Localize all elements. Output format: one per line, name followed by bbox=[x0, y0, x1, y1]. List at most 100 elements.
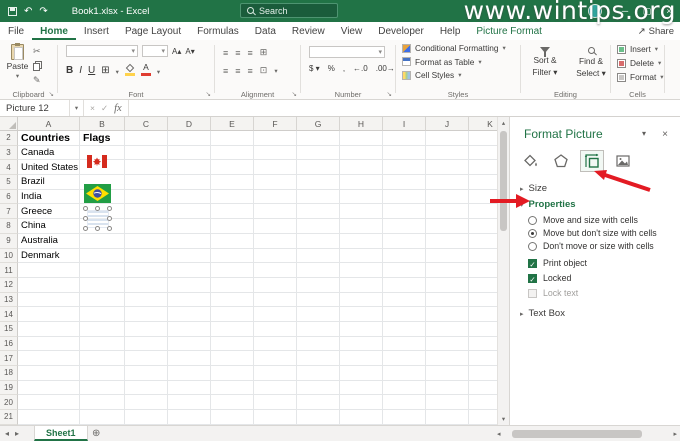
cell-E13[interactable] bbox=[211, 293, 254, 308]
brazil-flag-image[interactable] bbox=[84, 184, 111, 203]
cell-H5[interactable] bbox=[340, 175, 383, 190]
cell-J4[interactable] bbox=[426, 160, 469, 175]
paste-button[interactable]: Paste ▾ bbox=[4, 44, 31, 92]
canada-flag-image[interactable] bbox=[87, 155, 107, 168]
new-sheet-icon[interactable]: ⊕ bbox=[92, 426, 100, 441]
cell-K7[interactable] bbox=[469, 204, 497, 219]
cell-J2[interactable] bbox=[426, 131, 469, 146]
cell-E2[interactable] bbox=[211, 131, 254, 146]
row-header-4[interactable]: 4 bbox=[0, 160, 18, 175]
cell-K15[interactable] bbox=[469, 322, 497, 337]
cell-C8[interactable] bbox=[125, 219, 168, 234]
properties-section-header[interactable]: ▾ Properties bbox=[520, 199, 576, 210]
scroll-up-icon[interactable]: ▴ bbox=[498, 117, 509, 129]
cell-K16[interactable] bbox=[469, 337, 497, 352]
find-select-button[interactable]: Find &Select ▾ bbox=[571, 44, 611, 79]
align-bottom-icon[interactable]: ≡ bbox=[248, 48, 253, 58]
radio-move-and-size-with-cells[interactable]: Move and size with cells bbox=[528, 215, 638, 225]
cell-B11[interactable] bbox=[80, 263, 125, 278]
align-right-icon[interactable]: ≡ bbox=[248, 66, 253, 76]
cell-E8[interactable] bbox=[211, 219, 254, 234]
row-header-3[interactable]: 3 bbox=[0, 146, 18, 161]
cell-I4[interactable] bbox=[383, 160, 426, 175]
cell-D13[interactable] bbox=[168, 293, 211, 308]
cell-I3[interactable] bbox=[383, 146, 426, 161]
cell-D14[interactable] bbox=[168, 307, 211, 322]
cell-D8[interactable] bbox=[168, 219, 211, 234]
cell-B16[interactable] bbox=[80, 337, 125, 352]
cell-E21[interactable] bbox=[211, 410, 254, 425]
cell-F18[interactable] bbox=[254, 366, 297, 381]
cell-A20[interactable] bbox=[18, 395, 80, 410]
cell-G10[interactable] bbox=[297, 249, 340, 264]
column-header-K[interactable]: K bbox=[469, 117, 497, 131]
cell-A2[interactable]: Countries bbox=[18, 131, 80, 146]
cell-D16[interactable] bbox=[168, 337, 211, 352]
cell-J6[interactable] bbox=[426, 190, 469, 205]
cell-C5[interactable] bbox=[125, 175, 168, 190]
picture-tab[interactable] bbox=[611, 150, 635, 172]
cell-D9[interactable] bbox=[168, 234, 211, 249]
cell-J19[interactable] bbox=[426, 381, 469, 396]
cell-B18[interactable] bbox=[80, 366, 125, 381]
cell-D11[interactable] bbox=[168, 263, 211, 278]
cell-H15[interactable] bbox=[340, 322, 383, 337]
cell-F13[interactable] bbox=[254, 293, 297, 308]
cell-A8[interactable]: China bbox=[18, 219, 80, 234]
cell-K13[interactable] bbox=[469, 293, 497, 308]
cell-B21[interactable] bbox=[80, 410, 125, 425]
cell-C21[interactable] bbox=[125, 410, 168, 425]
insert-cells-button[interactable]: Insert▾ bbox=[617, 44, 664, 54]
cell-A4[interactable]: United States bbox=[18, 160, 80, 175]
cell-C17[interactable] bbox=[125, 351, 168, 366]
cell-H18[interactable] bbox=[340, 366, 383, 381]
save-icon[interactable] bbox=[8, 7, 17, 16]
cell-K14[interactable] bbox=[469, 307, 497, 322]
cell-G20[interactable] bbox=[297, 395, 340, 410]
cell-J10[interactable] bbox=[426, 249, 469, 264]
cell-J7[interactable] bbox=[426, 204, 469, 219]
cell-G18[interactable] bbox=[297, 366, 340, 381]
cell-K17[interactable] bbox=[469, 351, 497, 366]
pane-close-icon[interactable]: × bbox=[662, 129, 668, 140]
align-top-icon[interactable]: ≡ bbox=[223, 48, 228, 58]
row-header-8[interactable]: 8 bbox=[0, 219, 18, 234]
cell-G6[interactable] bbox=[297, 190, 340, 205]
cell-H11[interactable] bbox=[340, 263, 383, 278]
cell-A12[interactable] bbox=[18, 278, 80, 293]
font-size-combobox[interactable]: ▾ bbox=[142, 45, 168, 57]
row-header-2[interactable]: 2 bbox=[0, 131, 18, 146]
ribbon-tab-picture-format[interactable]: Picture Format bbox=[468, 22, 550, 40]
borders-dropdown-icon[interactable]: ▾ bbox=[116, 68, 119, 76]
cell-I19[interactable] bbox=[383, 381, 426, 396]
cell-E20[interactable] bbox=[211, 395, 254, 410]
cell-A11[interactable] bbox=[18, 263, 80, 278]
cell-A17[interactable] bbox=[18, 351, 80, 366]
cell-E5[interactable] bbox=[211, 175, 254, 190]
ribbon-tab-home[interactable]: Home bbox=[32, 22, 76, 40]
row-header-5[interactable]: 5 bbox=[0, 175, 18, 190]
cell-C10[interactable] bbox=[125, 249, 168, 264]
cell-G7[interactable] bbox=[297, 204, 340, 219]
selection-handle[interactable] bbox=[107, 226, 112, 231]
number-format-button-4[interactable]: .00→ bbox=[376, 64, 395, 73]
cell-A21[interactable] bbox=[18, 410, 80, 425]
maximize-button[interactable]: ▢ bbox=[636, 0, 658, 22]
cell-D19[interactable] bbox=[168, 381, 211, 396]
align-middle-icon[interactable]: ≡ bbox=[235, 48, 240, 58]
number-format-button-0[interactable]: $ ▾ bbox=[309, 64, 320, 73]
format-cells-button[interactable]: Format▾ bbox=[617, 72, 664, 82]
row-header-10[interactable]: 10 bbox=[0, 249, 18, 264]
row-header-17[interactable]: 17 bbox=[0, 351, 18, 366]
size-section-header[interactable]: ▸ Size bbox=[520, 183, 547, 194]
sort-filter-button[interactable]: Sort &Filter ▾ bbox=[525, 44, 565, 79]
vertical-scroll-thumb[interactable] bbox=[500, 131, 507, 231]
font-name-combobox[interactable]: ▾ bbox=[66, 45, 138, 57]
cell-D5[interactable] bbox=[168, 175, 211, 190]
name-box[interactable]: Picture 12 bbox=[0, 100, 70, 116]
ribbon-tab-help[interactable]: Help bbox=[432, 22, 469, 40]
cell-K10[interactable] bbox=[469, 249, 497, 264]
cell-I10[interactable] bbox=[383, 249, 426, 264]
cell-C13[interactable] bbox=[125, 293, 168, 308]
account-avatar[interactable] bbox=[588, 4, 602, 18]
